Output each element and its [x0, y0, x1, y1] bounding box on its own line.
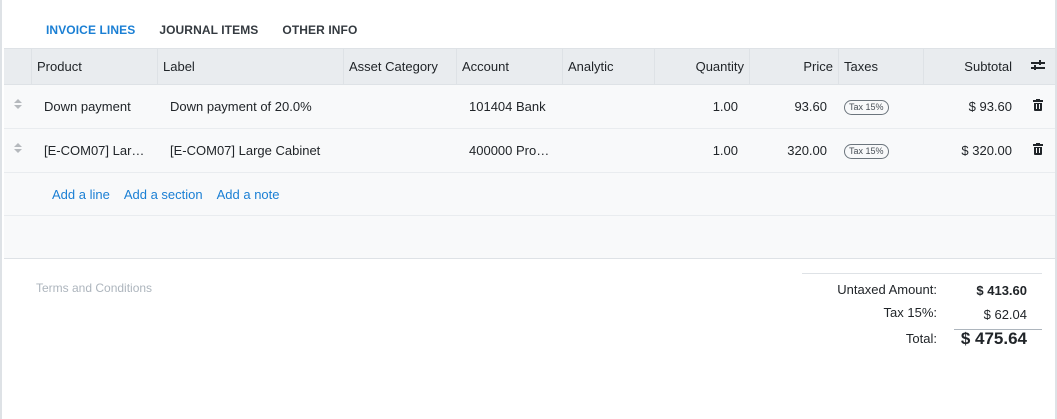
header-subtotal[interactable]: Subtotal: [924, 48, 1020, 85]
sliders-icon[interactable]: [1030, 59, 1045, 71]
row-product[interactable]: [E-COM07] Lar…: [32, 143, 158, 158]
terms-and-conditions-field[interactable]: Terms and Conditions: [36, 281, 152, 295]
tab-journal-items[interactable]: JOURNAL ITEMS: [147, 12, 270, 48]
row-account[interactable]: 400000 Pro…: [457, 143, 563, 158]
trash-icon[interactable]: [1032, 143, 1043, 155]
notebook-tabs: INVOICE LINES JOURNAL ITEMS OTHER INFO: [4, 12, 369, 48]
empty-table-row: [4, 216, 1055, 259]
row-price[interactable]: 320.00: [750, 143, 839, 158]
tab-invoice-lines[interactable]: INVOICE LINES: [4, 12, 147, 48]
add-row-bar: Add a line Add a section Add a note: [4, 173, 1055, 216]
delete-row-button[interactable]: [1020, 99, 1055, 114]
trash-icon[interactable]: [1032, 99, 1043, 111]
optional-columns-toggle[interactable]: [1020, 48, 1055, 85]
add-note-link[interactable]: Add a note: [217, 187, 280, 202]
header-taxes[interactable]: Taxes: [839, 48, 924, 85]
row-handle[interactable]: [4, 99, 32, 114]
header-price[interactable]: Price: [750, 48, 839, 85]
tax-badge: Tax 15%: [844, 144, 889, 159]
untaxed-amount-value: $ 413.60: [976, 283, 1027, 298]
row-label[interactable]: [E-COM07] Large Cabinet: [158, 143, 344, 158]
table-header: Product Label Asset Category Account Ana…: [4, 48, 1055, 85]
tax-badge: Tax 15%: [844, 100, 889, 115]
totals-summary: Untaxed Amount: $ 413.60 Tax 15%: $ 62.0…: [802, 273, 1042, 348]
header-handle-column: [4, 48, 32, 85]
row-quantity[interactable]: 1.00: [655, 143, 750, 158]
row-price[interactable]: 93.60: [750, 99, 839, 114]
row-quantity[interactable]: 1.00: [655, 99, 750, 114]
drag-handle-icon[interactable]: [14, 99, 22, 111]
header-account[interactable]: Account: [457, 48, 563, 85]
row-subtotal: $ 93.60: [968, 99, 1012, 114]
delete-row-button[interactable]: [1020, 143, 1055, 158]
table-row[interactable]: Down payment Down payment of 20.0% 10140…: [4, 85, 1055, 129]
add-line-link[interactable]: Add a line: [52, 187, 110, 202]
tax-value: $ 62.04: [983, 307, 1027, 322]
row-product[interactable]: Down payment: [32, 99, 158, 114]
invoice-lines-table: Product Label Asset Category Account Ana…: [4, 48, 1055, 259]
row-label[interactable]: Down payment of 20.0%: [158, 99, 344, 114]
header-label[interactable]: Label: [158, 48, 344, 85]
invoice-form-frame: INVOICE LINES JOURNAL ITEMS OTHER INFO P…: [0, 0, 1057, 419]
tab-other-info[interactable]: OTHER INFO: [270, 12, 369, 48]
table-row[interactable]: [E-COM07] Lar… [E-COM07] Large Cabinet 4…: [4, 129, 1055, 173]
header-quantity[interactable]: Quantity: [655, 48, 750, 85]
row-taxes[interactable]: Tax 15%: [839, 98, 924, 115]
row-subtotal: $ 320.00: [961, 143, 1012, 158]
drag-handle-icon[interactable]: [14, 143, 22, 155]
row-handle[interactable]: [4, 143, 32, 158]
total-label: Total:: [905, 331, 937, 346]
untaxed-amount-label: Untaxed Amount:: [837, 282, 937, 297]
total-value: $ 475.64: [960, 329, 1027, 348]
row-taxes[interactable]: Tax 15%: [839, 142, 924, 159]
header-analytic[interactable]: Analytic: [563, 48, 655, 85]
row-account[interactable]: 101404 Bank: [457, 99, 563, 114]
add-section-link[interactable]: Add a section: [124, 187, 203, 202]
header-product[interactable]: Product: [32, 48, 158, 85]
header-asset-category[interactable]: Asset Category: [344, 48, 457, 85]
tax-label: Tax 15%:: [883, 305, 937, 320]
